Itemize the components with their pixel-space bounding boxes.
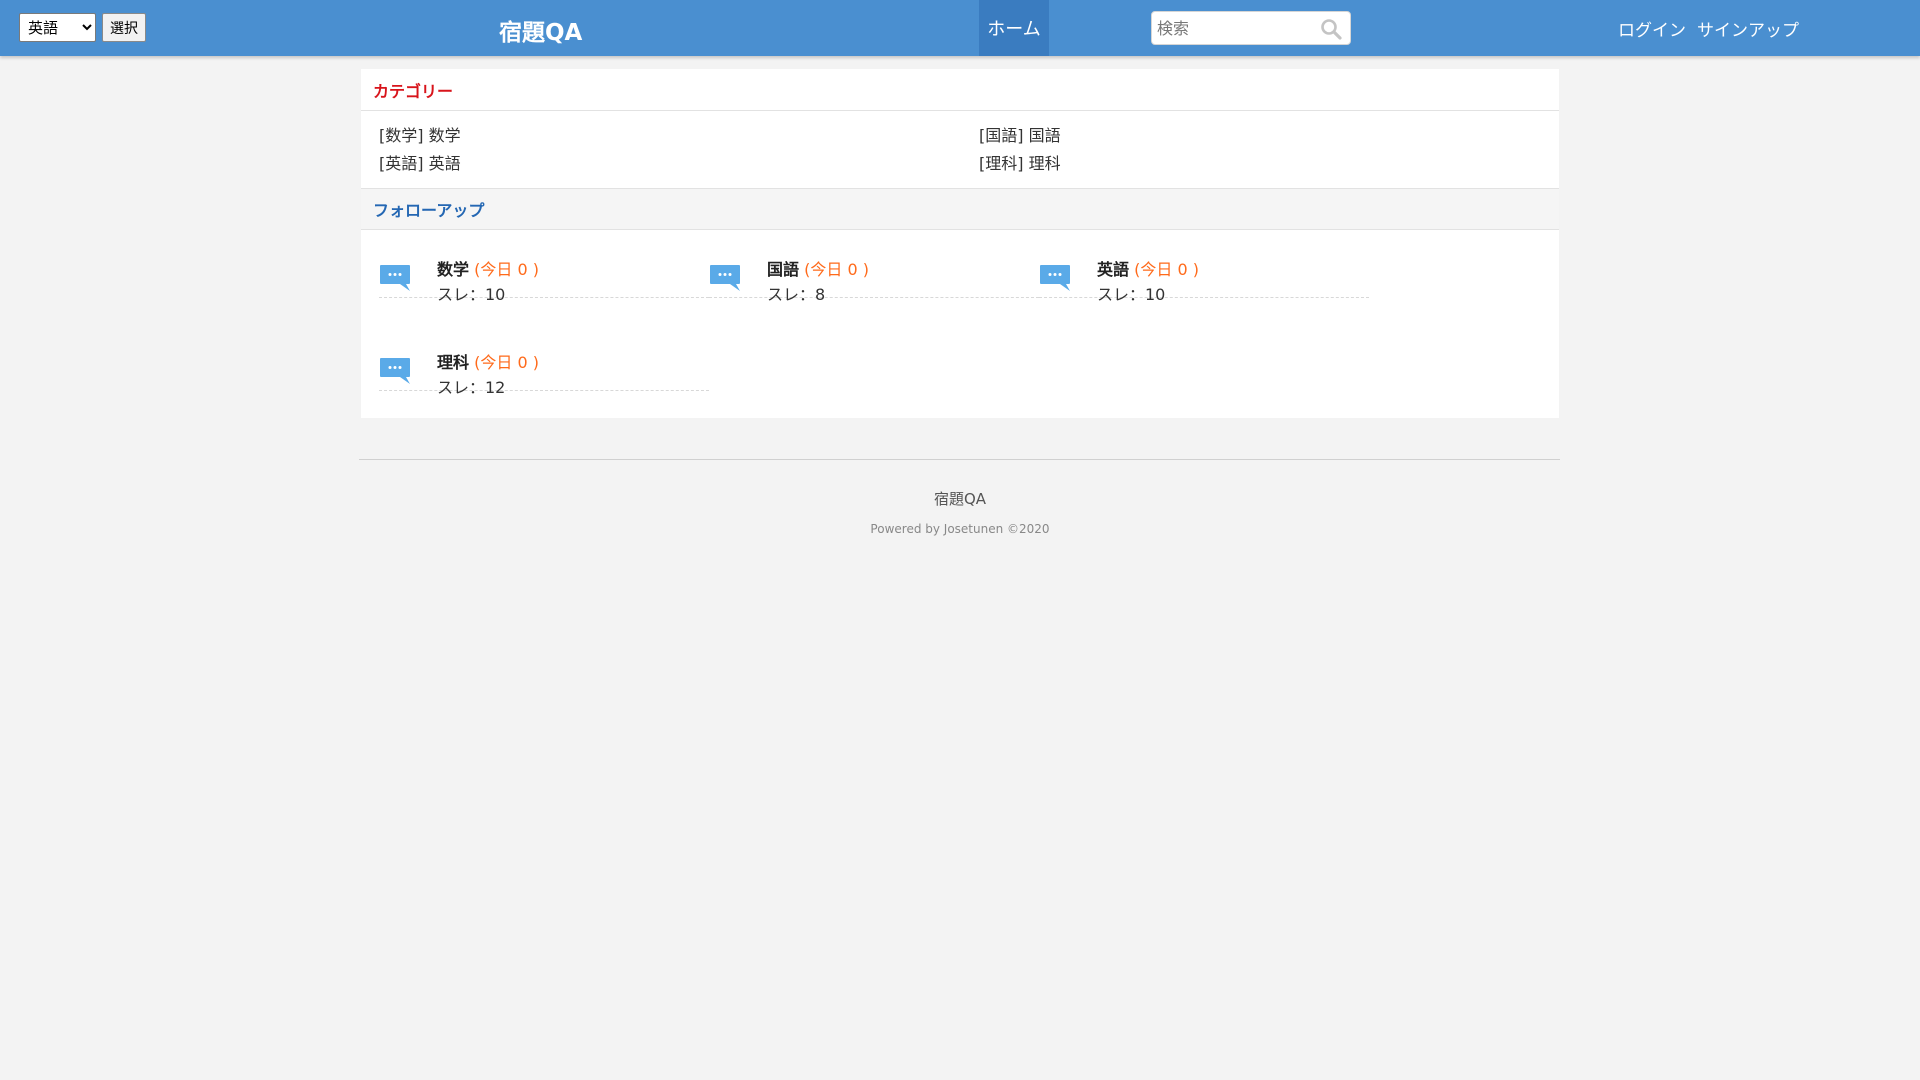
forum-item: 国語 (今日 0 ) スレ：8 [709, 230, 1039, 304]
chat-bubble-icon [380, 358, 410, 384]
site-logo[interactable]: 宿題QA [499, 13, 582, 47]
login-link[interactable]: ログイン [1618, 16, 1686, 41]
chat-bubble-icon [710, 265, 740, 291]
today-count: (今日 0 ) [474, 260, 539, 279]
forum-name-link[interactable]: 国語 [767, 260, 799, 279]
search-box [1151, 11, 1351, 45]
chat-bubble-icon [1040, 265, 1070, 291]
category-link[interactable]: [理科] 理科 [979, 154, 1577, 174]
today-count: (今日 0 ) [474, 353, 539, 372]
forum-item: 理科 (今日 0 ) スレ：12 [379, 323, 709, 397]
nav-home[interactable]: ホーム [979, 0, 1049, 56]
thread-count: スレ：10 [1097, 285, 1166, 304]
category-link[interactable]: [英語] 英語 [379, 154, 979, 174]
forum-title: 国語 (今日 0 ) [767, 260, 869, 280]
language-select-button[interactable]: 選択 [102, 13, 146, 42]
footer-powered-by: Powered by Josetunen ©2020 [870, 522, 1050, 536]
forum-name-link[interactable]: 数学 [437, 260, 469, 279]
category-title: カテゴリー [361, 69, 1559, 111]
forum-name-link[interactable]: 英語 [1097, 260, 1129, 279]
thread-count: スレ：12 [437, 378, 506, 397]
today-count: (今日 0 ) [804, 260, 869, 279]
chat-bubble-icon [380, 265, 410, 291]
category-link[interactable]: [数学] 数学 [379, 126, 979, 146]
today-count: (今日 0 ) [1134, 260, 1199, 279]
forum-item: 英語 (今日 0 ) スレ：10 [1039, 230, 1369, 304]
main-panel: カテゴリー [数学] 数学 [国語] 国語 [英語] 英語 [理科] 理科 フォ… [361, 69, 1559, 418]
forum-title: 英語 (今日 0 ) [1097, 260, 1199, 280]
followup-title: フォローアップ [361, 188, 1559, 230]
category-link[interactable]: [国語] 国語 [979, 126, 1577, 146]
language-select[interactable]: 英語 [19, 13, 96, 42]
top-navbar: 英語 選択 宿題QA ホーム ログイン サインアップ [0, 0, 1920, 56]
thread-count: スレ：10 [437, 285, 506, 304]
footer-site-name: 宿題QA [933, 490, 987, 508]
signup-link[interactable]: サインアップ [1697, 16, 1799, 41]
language-form: 英語 選択 [19, 13, 146, 42]
forum-item: 数学 (今日 0 ) スレ：10 [379, 230, 709, 304]
auth-links: ログイン サインアップ [1618, 16, 1799, 41]
thread-count: スレ：8 [767, 285, 826, 304]
forum-title: 数学 (今日 0 ) [437, 260, 539, 280]
forum-name-link[interactable]: 理科 [437, 353, 469, 372]
forum-list: 数学 (今日 0 ) スレ：10 国語 (今日 0 ) スレ：8 英語 (今日 … [361, 230, 1559, 418]
footer-divider [359, 459, 1560, 460]
search-input[interactable] [1157, 12, 1317, 44]
forum-title: 理科 (今日 0 ) [437, 353, 539, 373]
category-list: [数学] 数学 [国語] 国語 [英語] 英語 [理科] 理科 [361, 111, 1559, 188]
search-icon[interactable] [1319, 17, 1343, 41]
